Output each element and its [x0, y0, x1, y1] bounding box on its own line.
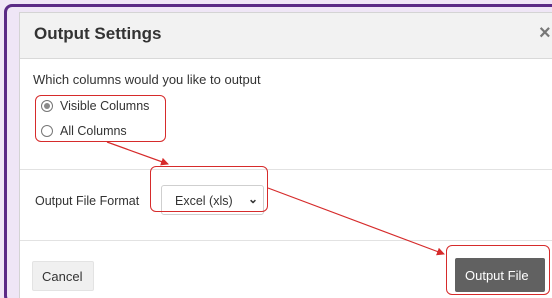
arrow-to-format: [106, 141, 169, 166]
arrow-to-output: [267, 187, 445, 256]
annotation-arrows: [106, 141, 445, 256]
